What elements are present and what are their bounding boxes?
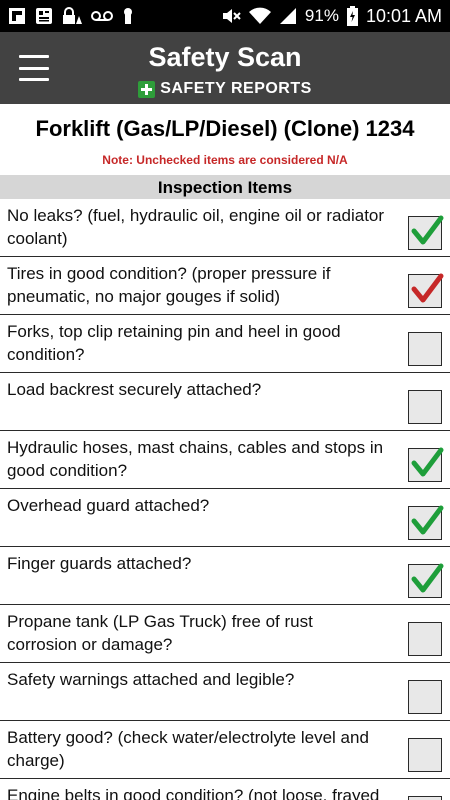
app-title: Safety Scan	[148, 42, 302, 72]
inspection-item[interactable]: Forks, top clip retaining pin and heel i…	[0, 315, 450, 373]
mute-icon	[222, 9, 241, 23]
inspection-checkbox[interactable]	[408, 332, 442, 366]
inspection-item-label: Hydraulic hoses, mast chains, cables and…	[7, 438, 384, 480]
inspection-item-label: Forks, top clip retaining pin and heel i…	[7, 322, 341, 364]
voicemail-icon	[91, 11, 113, 21]
inspection-item[interactable]: Propane tank (LP Gas Truck) free of rust…	[0, 605, 450, 663]
brand-logo: SAFETY REPORTS	[0, 80, 450, 98]
inspection-item[interactable]: Tires in good condition? (proper pressur…	[0, 257, 450, 315]
flipboard-icon	[9, 8, 25, 24]
plus-cross-icon	[138, 80, 156, 98]
na-note: Note: Unchecked items are considered N/A	[102, 153, 348, 167]
inspection-checkbox[interactable]	[408, 505, 444, 540]
inspection-list: No leaks? (fuel, hydraulic oil, engine o…	[0, 199, 450, 800]
inspection-item-label: Finger guards attached?	[7, 554, 192, 573]
clock: 10:01 AM	[365, 5, 442, 26]
inspection-checkbox[interactable]	[408, 622, 442, 656]
inspection-checkbox[interactable]	[408, 390, 442, 424]
checkmark-icon	[411, 563, 444, 593]
checkmark-icon	[411, 215, 444, 245]
inspection-item-label: Tires in good condition? (proper pressur…	[7, 264, 331, 306]
lock-warning-icon	[63, 7, 82, 24]
form-title: Forklift (Gas/LP/Diesel) (Clone) 1234	[35, 116, 415, 141]
brand-text: SAFETY REPORTS	[160, 80, 312, 97]
inspection-checkbox[interactable]	[408, 273, 444, 308]
inspection-item[interactable]: No leaks? (fuel, hydraulic oil, engine o…	[0, 199, 450, 257]
status-bar: 91% 10:01 AM	[0, 0, 450, 32]
inspection-item-label: No leaks? (fuel, hydraulic oil, engine o…	[7, 206, 385, 248]
checkmark-icon	[411, 447, 444, 477]
signal-icon	[279, 8, 296, 24]
inspection-checkbox[interactable]	[408, 796, 442, 800]
notification-icons	[8, 5, 134, 27]
inspection-checkbox[interactable]	[408, 447, 444, 482]
inspection-item[interactable]: Load backrest securely attached?	[0, 373, 450, 431]
inspection-checkbox[interactable]	[408, 215, 444, 250]
checkmark-icon	[411, 273, 444, 303]
section-header: Inspection Items	[0, 175, 450, 199]
inspection-item-label: Propane tank (LP Gas Truck) free of rust…	[7, 612, 313, 654]
app-bar: Safety Scan SAFETY REPORTS	[0, 32, 450, 104]
inspection-checkbox[interactable]	[408, 738, 442, 772]
inspection-item-label: Load backrest securely attached?	[7, 380, 262, 399]
inspection-item[interactable]: Overhead guard attached?	[0, 489, 450, 547]
inspection-item-label: Overhead guard attached?	[7, 496, 210, 515]
checkmark-icon	[411, 505, 444, 535]
inspection-item[interactable]: Engine belts in good condition? (not loo…	[0, 779, 450, 800]
inspection-item-label: Battery good? (check water/electrolyte l…	[7, 728, 369, 770]
inspection-item-label: Safety warnings attached and legible?	[7, 670, 295, 689]
inspection-item[interactable]: Hydraulic hoses, mast chains, cables and…	[0, 431, 450, 489]
keyhole-icon	[124, 8, 132, 24]
inspection-checkbox[interactable]	[408, 563, 444, 598]
inspection-item[interactable]: Safety warnings attached and legible?	[0, 663, 450, 721]
battery-icon	[346, 6, 358, 26]
inspection-item-label: Engine belts in good condition? (not loo…	[7, 786, 380, 800]
inspection-item[interactable]: Battery good? (check water/electrolyte l…	[0, 721, 450, 779]
inspection-checkbox[interactable]	[408, 680, 442, 714]
system-status: 91% 10:01 AM	[221, 0, 442, 32]
inspection-item[interactable]: Finger guards attached?	[0, 547, 450, 605]
wifi-icon	[248, 7, 271, 24]
battery-percent: 91%	[304, 6, 339, 25]
news-icon	[36, 8, 52, 24]
